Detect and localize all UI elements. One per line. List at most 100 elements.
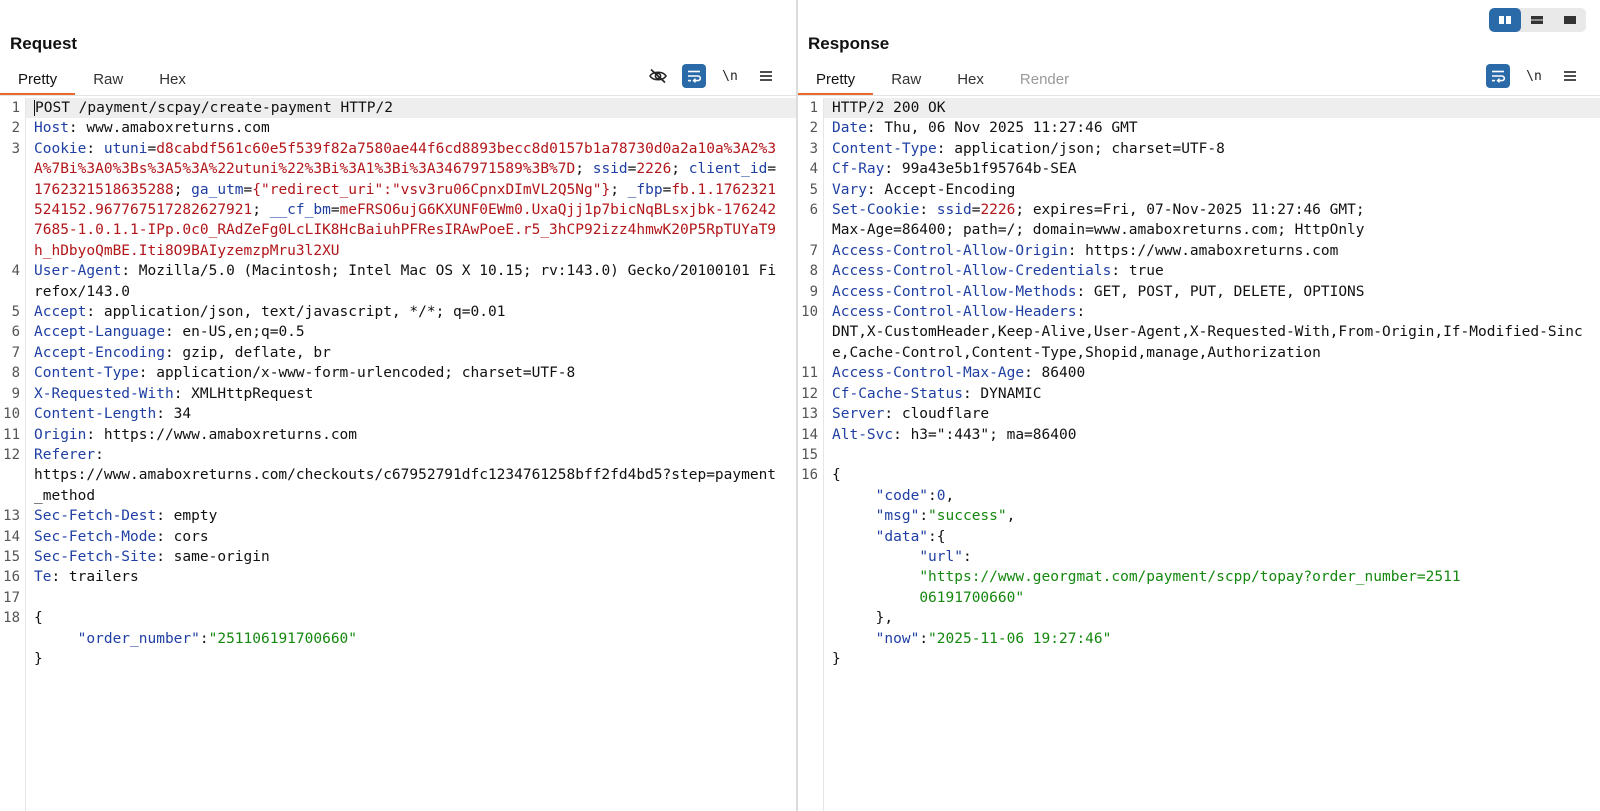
token-name: "url" <box>919 548 963 565</box>
code-line[interactable]: 3 Cookie: utuni=d8cabdf561c60e5f539f82a75… <box>0 139 796 261</box>
request-title: Request <box>10 34 78 53</box>
code-text: HTTP/2 200 OK <box>824 98 1600 119</box>
response-editor[interactable]: 1 HTTP/2 200 OK 2 Date: Thu, 06 Nov 2025 11… <box>798 98 1600 811</box>
code-line[interactable]: 5 Accept: application/json, text/javascri… <box>0 302 796 322</box>
code-line[interactable]: 1 POST /payment/scpay/create-payment HTTP… <box>0 98 796 119</box>
code-line[interactable]: 9 X-Requested-With: XMLHttpRequest <box>0 384 796 404</box>
token-name: Cf-Ray <box>832 161 885 178</box>
code-line[interactable]: 8 Content-Type: application/x-www-form-ur… <box>0 363 796 383</box>
code-line[interactable]: 16 Te: trailers <box>0 567 796 587</box>
code-line[interactable]: 1 HTTP/2 200 OK <box>798 98 1600 119</box>
newline-toggle[interactable]: \n <box>1522 64 1546 88</box>
request-editor[interactable]: 1 POST /payment/scpay/create-payment HTTP… <box>0 98 796 811</box>
response-code-lines: 1 HTTP/2 200 OK 2 Date: Thu, 06 Nov 2025 11… <box>798 98 1600 669</box>
code-text: Alt-Svc: h3=":443"; ma=86400 <box>824 425 1600 445</box>
request-tabs-divider <box>0 95 796 96</box>
request-code-lines: 1 POST /payment/scpay/create-payment HTTP… <box>0 98 796 669</box>
newline-toggle[interactable]: \n <box>718 64 742 88</box>
token-name: Content-Length <box>34 406 157 423</box>
split-columns-icon[interactable] <box>1489 8 1522 32</box>
code-line[interactable]: 16{ "code":0, "msg":"success", "data":{ … <box>798 465 1600 669</box>
token-name: Content-Type <box>34 365 139 382</box>
tab-response-raw[interactable]: Raw <box>873 66 939 96</box>
token-text: : same-origin <box>156 548 270 565</box>
code-text: Vary: Accept-Encoding <box>824 180 1600 200</box>
code-line[interactable]: 14 Sec-Fetch-Mode: cors <box>0 527 796 547</box>
code-line[interactable]: 14 Alt-Svc: h3=":443"; ma=86400 <box>798 425 1600 445</box>
code-line[interactable]: 10 Content-Length: 34 <box>0 404 796 424</box>
code-line[interactable]: 15 Sec-Fetch-Site: same-origin <box>0 547 796 567</box>
token-text: ; <box>610 181 628 198</box>
code-text: Content-Length: 34 <box>26 404 796 424</box>
token-text: HTTP/2 200 OK <box>832 100 946 116</box>
line-number: 3 <box>809 140 818 157</box>
code-text: Accept-Encoding: gzip, deflate, br <box>26 343 796 363</box>
menu-icon[interactable] <box>1558 64 1582 88</box>
token-text: : application/x-www-form-urlencoded; cha… <box>138 365 576 382</box>
code-line[interactable]: 8 Access-Control-Allow-Credentials: true <box>798 261 1600 281</box>
token-text: : www.amaboxreturns.com <box>68 120 270 137</box>
code-line[interactable]: 12 Referer: https://www.amaboxreturns.com… <box>0 445 796 506</box>
token-name: ssid <box>592 161 628 178</box>
single-pane-icon[interactable] <box>1554 8 1586 32</box>
code-line[interactable]: 2 Date: Thu, 06 Nov 2025 11:27:46 GMT <box>798 118 1600 138</box>
token-name: Origin <box>34 426 87 443</box>
code-line[interactable]: 7 Access-Control-Allow-Origin: https://ww… <box>798 241 1600 261</box>
code-line[interactable]: 10 Access-Control-Allow-Headers: DNT,X-Cu… <box>798 302 1600 363</box>
code-line[interactable]: 5 Vary: Accept-Encoding <box>798 180 1600 200</box>
line-number: 18 <box>3 610 20 627</box>
code-line[interactable]: 4 User-Agent: Mozilla/5.0 (Macintosh; Int… <box>0 261 796 302</box>
token-name: Date <box>832 120 867 137</box>
code-line[interactable]: 7 Accept-Encoding: gzip, deflate, br <box>0 343 796 363</box>
code-line[interactable]: 13 Server: cloudflare <box>798 404 1600 424</box>
code-line[interactable]: 13 Sec-Fetch-Dest: empty <box>0 506 796 526</box>
line-number: 5 <box>11 304 20 321</box>
tab-response-render[interactable]: Render <box>1002 66 1087 96</box>
tab-response-pretty[interactable]: Pretty <box>798 66 874 96</box>
line-number: 12 <box>3 446 20 463</box>
code-text: Access-Control-Allow-Headers: DNT,X-Cust… <box>824 302 1600 363</box>
code-line[interactable]: 3 Content-Type: application/json; charset… <box>798 139 1600 159</box>
code-line[interactable]: 17 <box>0 588 796 608</box>
token-value: {"redirect_uri":"vsv3ru06CpnxDImVL2Q5Ng"… <box>252 181 611 198</box>
token-text: : GET, POST, PUT, DELETE, OPTIONS <box>1076 283 1365 300</box>
code-line[interactable]: 12 Cf-Cache-Status: DYNAMIC <box>798 384 1600 404</box>
hide-eye-icon[interactable] <box>646 64 670 88</box>
tab-request-hex[interactable]: Hex <box>141 66 204 96</box>
code-line[interactable]: 11 Access-Control-Max-Age: 86400 <box>798 363 1600 383</box>
code-line[interactable]: 6 Accept-Language: en-US,en;q=0.5 <box>0 322 796 342</box>
line-number: 10 <box>801 304 818 321</box>
code-text: Access-Control-Allow-Origin: https://www… <box>824 241 1600 261</box>
word-wrap-icon[interactable] <box>682 64 706 88</box>
menu-icon[interactable] <box>754 64 778 88</box>
line-number: 11 <box>801 365 818 382</box>
line-number: 11 <box>3 426 20 443</box>
code-text: Set-Cookie: ssid=2226; expires=Fri, 07-N… <box>824 200 1600 241</box>
tab-request-pretty[interactable]: Pretty <box>0 66 76 96</box>
word-wrap-icon[interactable] <box>1486 64 1510 88</box>
code-line[interactable]: 11 Origin: https://www.amaboxreturns.com <box>0 425 796 445</box>
token-text: : Accept-Encoding <box>866 181 1016 198</box>
code-line[interactable]: 4 Cf-Ray: 99a43e5b1f95764b-SEA <box>798 159 1600 179</box>
code-line[interactable]: 18 { "order_number":"251106191700660" } <box>0 608 796 669</box>
token-name: "data" <box>875 528 929 545</box>
line-number: 16 <box>801 467 818 484</box>
token-name: Vary <box>832 181 867 198</box>
code-text: Access-Control-Max-Age: 86400 <box>824 363 1600 383</box>
token-name: Access-Control-Allow-Origin <box>832 242 1068 259</box>
code-line[interactable]: 2 Host: www.amaboxreturns.com <box>0 118 796 138</box>
line-number: 9 <box>11 385 20 402</box>
tab-response-hex[interactable]: Hex <box>939 66 1002 96</box>
tab-request-raw[interactable]: Raw <box>75 66 141 96</box>
split-rows-icon[interactable] <box>1521 8 1553 32</box>
code-line[interactable]: 9 Access-Control-Allow-Methods: GET, POST… <box>798 282 1600 302</box>
token-name: ga_utm <box>191 181 244 198</box>
line-number: 2 <box>11 120 20 137</box>
code-text: POST /payment/scpay/create-payment HTTP/… <box>26 98 796 119</box>
code-line[interactable]: 6 Set-Cookie: ssid=2226; expires=Fri, 07-… <box>798 200 1600 241</box>
code-line[interactable]: 15 <box>798 445 1600 465</box>
code-text: X-Requested-With: XMLHttpRequest <box>26 384 796 404</box>
line-number: 16 <box>3 569 20 586</box>
